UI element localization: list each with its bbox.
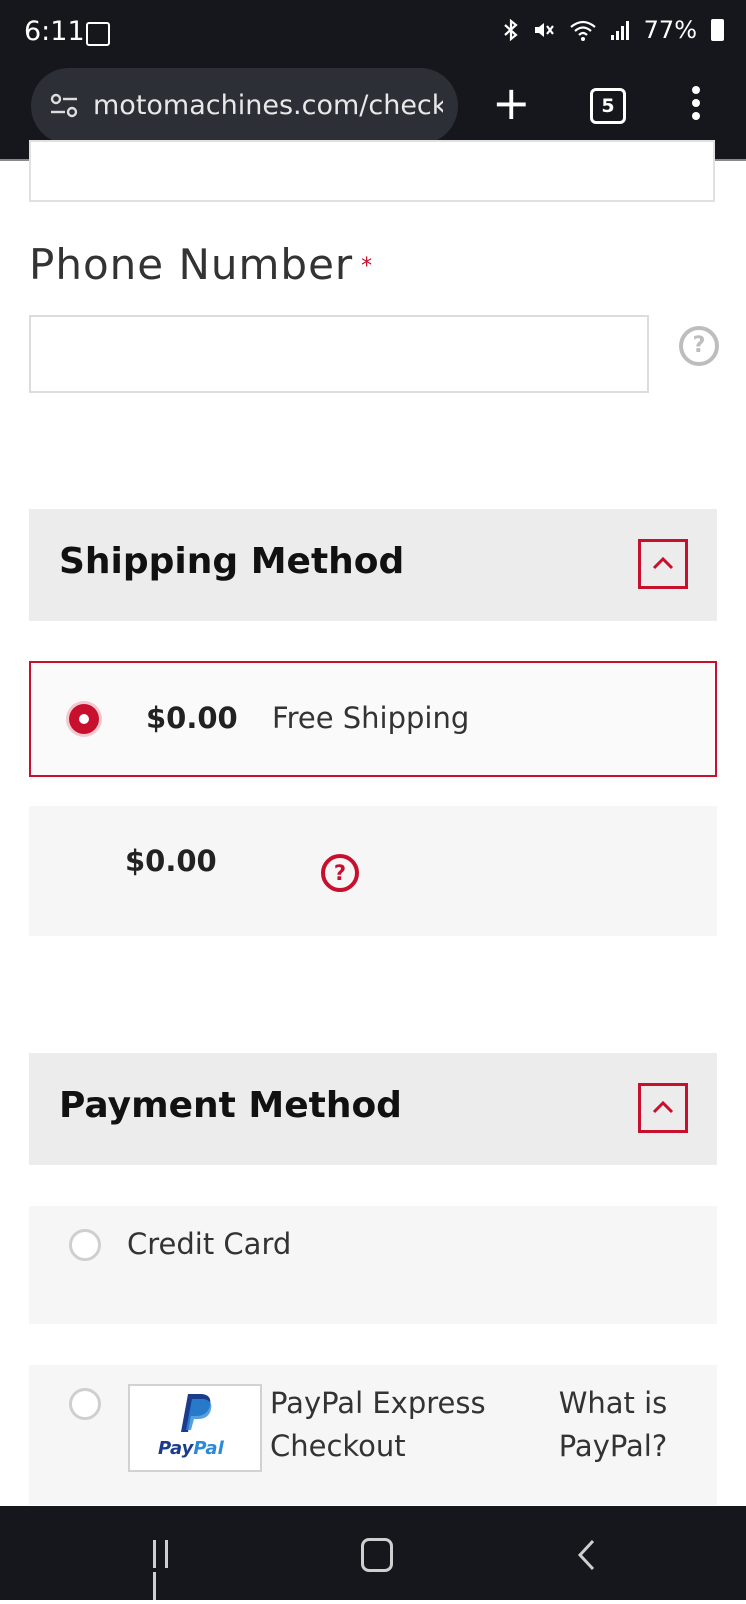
credit-card-label: Credit Card xyxy=(127,1227,292,1261)
paypal-radio[interactable] xyxy=(69,1388,101,1420)
payment-method-header[interactable]: Payment Method xyxy=(29,1053,717,1165)
paypal-label-line1: PayPal Express xyxy=(270,1386,486,1420)
recents-icon[interactable] xyxy=(153,1540,185,1600)
signal-icon xyxy=(610,21,629,40)
shipping-method-header[interactable]: Shipping Method xyxy=(29,509,717,621)
shipping-price: $0.00 xyxy=(125,844,217,878)
phone-label: Phone Number * xyxy=(29,240,373,289)
phone-input[interactable] xyxy=(29,315,649,393)
credit-card-radio[interactable] xyxy=(69,1229,101,1261)
paypal-logo: PayPal xyxy=(128,1384,262,1472)
paypal-p-icon xyxy=(181,1394,212,1432)
image-icon xyxy=(86,22,110,46)
phone-label-text: Phone Number xyxy=(29,240,354,289)
previous-field-input[interactable] xyxy=(29,140,715,202)
paypal-wordmark: PayPal xyxy=(158,1438,224,1459)
bluetooth-icon xyxy=(503,18,518,42)
tab-switcher-button[interactable]: 5 xyxy=(590,88,626,124)
chevron-up-icon xyxy=(652,556,674,570)
required-marker: * xyxy=(361,254,374,279)
question-icon[interactable]: ? xyxy=(321,854,359,892)
site-settings-icon[interactable] xyxy=(49,92,79,120)
wifi-icon xyxy=(569,20,596,41)
url-text[interactable]: motomachines.com/checkout xyxy=(93,90,443,124)
paypal-wordmark-a: Pay xyxy=(158,1438,194,1459)
shipping-name: Free Shipping xyxy=(272,701,470,735)
home-icon[interactable] xyxy=(361,1538,393,1572)
system-nav-bar xyxy=(0,1506,746,1600)
chevron-up-icon xyxy=(652,1100,674,1114)
payment-method-title: Payment Method xyxy=(59,1085,402,1126)
address-bar[interactable]: motomachines.com/checkout xyxy=(31,68,458,144)
payment-collapse-button[interactable] xyxy=(638,1083,688,1133)
battery-percent: 77% xyxy=(643,16,697,44)
plus-icon[interactable]: + xyxy=(492,80,531,126)
payment-option-credit-card[interactable]: Credit Card xyxy=(29,1206,717,1324)
shipping-radio-selected[interactable] xyxy=(69,704,99,734)
status-bar: 6:11 77% xyxy=(0,0,746,66)
status-time: 6:11 xyxy=(24,16,85,47)
paypal-wordmark-b: Pal xyxy=(193,1438,224,1459)
shipping-option-second[interactable]: $0.00 ? xyxy=(29,806,717,936)
paypal-label-line2: Checkout xyxy=(270,1429,406,1463)
battery-icon xyxy=(711,19,724,41)
paypal-label: PayPal Express Checkout xyxy=(270,1382,486,1468)
mute-icon xyxy=(534,23,554,37)
shipping-collapse-button[interactable] xyxy=(638,539,688,589)
shipping-price: $0.00 xyxy=(146,701,238,735)
question-icon[interactable]: ? xyxy=(679,326,719,366)
payment-option-paypal[interactable]: PayPal PayPal Express Checkout What is P… xyxy=(29,1365,717,1505)
status-icons: 77% xyxy=(502,16,724,44)
back-icon[interactable] xyxy=(575,1538,597,1572)
shipping-option-free[interactable]: $0.00 Free Shipping xyxy=(29,661,717,777)
what-is-paypal-line1: What is xyxy=(558,1386,668,1420)
what-is-paypal-link[interactable]: What is PayPal? xyxy=(543,1382,683,1468)
kebab-icon[interactable] xyxy=(692,86,700,125)
what-is-paypal-line2: PayPal? xyxy=(558,1429,668,1463)
shipping-method-title: Shipping Method xyxy=(59,541,405,582)
